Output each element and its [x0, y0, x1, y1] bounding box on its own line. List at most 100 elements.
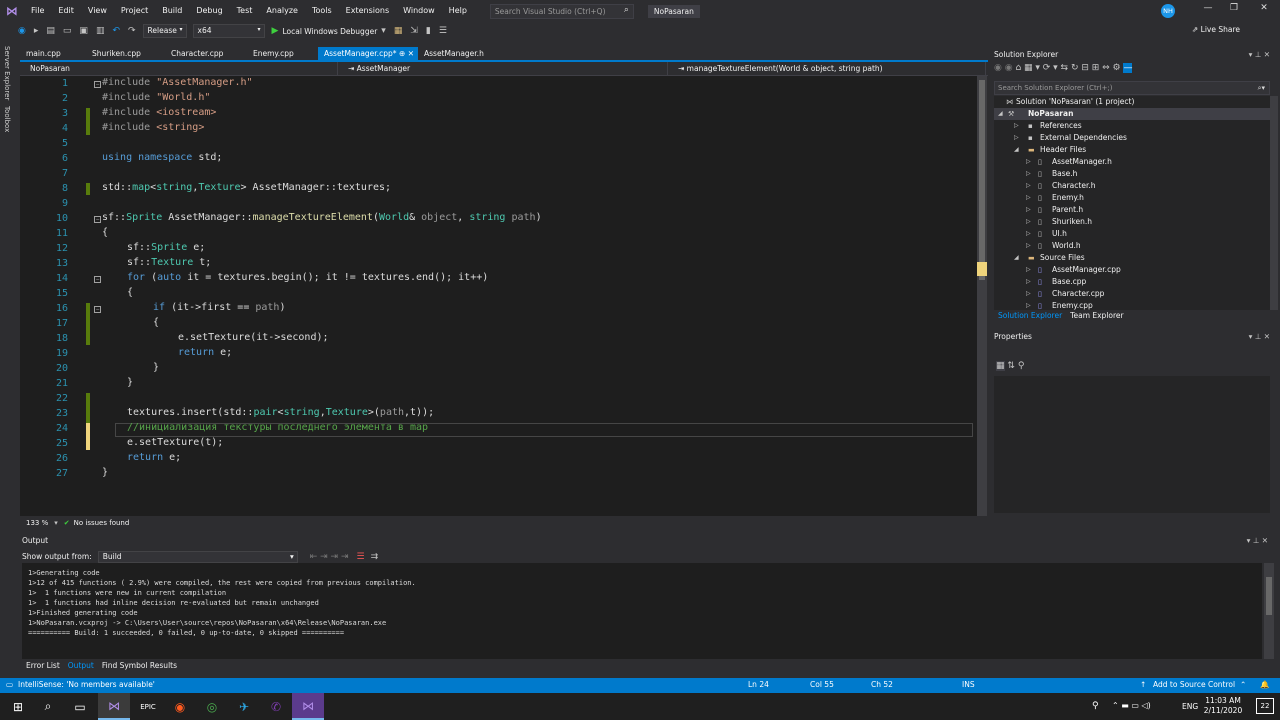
tab-shuriken-cpp[interactable]: Shuriken.cpp [86, 47, 165, 61]
tree-item-file[interactable]: ▷ ▯ Enemy.cpp [994, 300, 1270, 310]
menu-file[interactable]: File [24, 0, 51, 22]
start-debugging-button[interactable]: Local Windows Debugger [282, 27, 377, 36]
pin-icon[interactable]: ▾ ⊥ ✕ [1247, 536, 1268, 545]
expand-icon[interactable]: ◢ [998, 108, 1003, 120]
menu-analyze[interactable]: Analyze [259, 0, 305, 22]
forward-icon[interactable]: ▸ [30, 26, 43, 36]
menu-debug[interactable]: Debug [189, 0, 229, 22]
tree-item-external-dependencies[interactable]: ▷ ▪ External Dependencies [994, 132, 1270, 144]
tab-output[interactable]: Output [64, 661, 98, 673]
tree-item-source-files[interactable]: ◢ ▬ Source Files [994, 252, 1270, 264]
epic-games-icon[interactable]: EPIC [132, 693, 164, 720]
tab-error-list[interactable]: Error List [22, 661, 64, 673]
insert-mode-indicator[interactable]: INS [962, 680, 975, 689]
windows-start-icon[interactable]: ⊞ [2, 693, 34, 720]
tab-assetmanager-cpp[interactable]: AssetManager.cpp* ⊕ ✕ [318, 47, 418, 61]
tray-icons[interactable]: ⌃ ▬ ▭ ◁) [1112, 701, 1151, 710]
collapse-icon[interactable]: − [94, 81, 101, 88]
menu-extensions[interactable]: Extensions [339, 0, 396, 22]
column-indicator[interactable]: Col 55 [810, 680, 834, 689]
add-to-source-control-button[interactable]: Add to Source Control [1153, 680, 1235, 689]
back-icon[interactable]: ◉ ◉ [994, 63, 1015, 73]
comment-icon[interactable]: ☰ [435, 26, 451, 36]
menu-test[interactable]: Test [230, 0, 260, 22]
tab-main-cpp[interactable]: main.cpp [20, 47, 86, 61]
output-source-dropdown[interactable]: Build ▾ [97, 550, 298, 563]
tab-solution-explorer[interactable]: Solution Explorer [994, 311, 1066, 323]
back-icon[interactable]: ◉ [14, 26, 30, 36]
tree-item-file[interactable]: ▷ ▯ Base.h [994, 168, 1270, 180]
origin-icon[interactable]: ◉ [164, 693, 196, 720]
search-icon[interactable]: ⌕ [32, 693, 64, 720]
menu-help[interactable]: Help [442, 0, 474, 22]
output-scrollbar[interactable] [1264, 563, 1274, 659]
tree-item-file[interactable]: ▷ ▯ Enemy.h [994, 192, 1270, 204]
visual-studio-taskbar-icon[interactable]: ⋈ [98, 693, 130, 720]
collapsed-icon[interactable]: ▷ [1026, 156, 1031, 168]
tree-scrollbar[interactable] [1270, 96, 1278, 310]
collapsed-icon[interactable]: ▷ [1026, 216, 1031, 228]
output-nav-icons[interactable]: ⇤ ⇥ ⇥ ⇥ [310, 552, 349, 562]
char-indicator[interactable]: Ch 52 [871, 680, 893, 689]
collapsed-icon[interactable]: ▷ [1026, 168, 1031, 180]
menu-build[interactable]: Build [155, 0, 189, 22]
system-clock[interactable]: 11:03 AM 2/11/2020 [1200, 696, 1246, 716]
telegram-icon[interactable]: ✈ [228, 693, 260, 720]
tree-item-file[interactable]: ▷ ▯ Shuriken.h [994, 216, 1270, 228]
categorized-icon[interactable]: ▦ [996, 361, 1005, 371]
vs-icon[interactable]: ▦ ▾ [1021, 63, 1043, 73]
tree-item-file[interactable]: ▷ ▯ Base.cpp [994, 276, 1270, 288]
task-view-icon[interactable]: ▭ [64, 693, 96, 720]
pin-icon[interactable]: ▾ ⊥ ✕ [1249, 50, 1270, 59]
project-scope-dropdown[interactable]: NoPasaran [20, 62, 338, 75]
collapsed-icon[interactable]: ▷ [1014, 120, 1019, 132]
save-all-icon[interactable]: ▥ [92, 26, 109, 36]
tab-character-cpp[interactable]: Character.cpp [165, 47, 247, 61]
menu-tools[interactable]: Tools [305, 0, 339, 22]
tree-item-file[interactable]: ▷ ▯ Character.cpp [994, 288, 1270, 300]
notification-count[interactable]: 22 [1256, 698, 1274, 714]
word-wrap-icon[interactable]: ⇉ [371, 552, 379, 562]
collapse-icon[interactable]: − [94, 216, 101, 223]
collapsed-icon[interactable]: ▷ [1026, 180, 1031, 192]
tab-enemy-cpp[interactable]: Enemy.cpp [247, 47, 318, 61]
close-icon[interactable]: ⊕ ✕ [399, 48, 414, 60]
tree-item-file[interactable]: ▷ ▯ UI.h [994, 228, 1270, 240]
tree-item-file[interactable]: ▷ ▯ Character.h [994, 180, 1270, 192]
input-language[interactable]: ENG [1182, 702, 1198, 711]
zoom-level[interactable]: 133 % [20, 519, 54, 527]
start-debugging-icon[interactable]: ▶ [268, 26, 283, 36]
alphabetical-icon[interactable]: ⇅ [1007, 361, 1015, 371]
collapsed-icon[interactable]: ▷ [1026, 264, 1031, 276]
search-input[interactable]: Search Visual Studio (Ctrl+Q) ⌕ [489, 3, 634, 19]
collapsed-icon[interactable]: ▷ [1026, 192, 1031, 204]
chevron-down-icon[interactable]: ▾ [54, 519, 64, 527]
tree-item-project[interactable]: ◢ ⚒ NoPasaran [994, 108, 1270, 120]
property-pages-icon[interactable]: ⚲ [1018, 361, 1025, 371]
platform-dropdown[interactable]: x64 ▾ [192, 24, 265, 38]
avatar[interactable]: NH [1161, 4, 1175, 18]
collapse-icon[interactable]: − [94, 276, 101, 283]
undo-icon[interactable]: ↶ [108, 26, 124, 36]
configuration-dropdown[interactable]: Release ▾ [142, 24, 187, 38]
collapsed-icon[interactable]: ▷ [1026, 228, 1031, 240]
tab-team-explorer[interactable]: Team Explorer [1066, 311, 1127, 323]
server-explorer-tab[interactable]: Server Explorer [3, 46, 11, 100]
member-dropdown[interactable]: ⇥ manageTextureElement(World & object, s… [668, 62, 986, 75]
minimize-icon[interactable]: — [1200, 3, 1216, 13]
clear-all-icon[interactable]: ☰ [356, 552, 364, 562]
solution-search-input[interactable]: Search Solution Explorer (Ctrl+;) ⌕▾ [994, 81, 1270, 95]
live-share-button[interactable]: ⇗ Live Share [1192, 25, 1240, 34]
new-project-icon[interactable]: ▤ [42, 26, 59, 36]
preview-icon[interactable]: — [1123, 63, 1133, 73]
menu-edit[interactable]: Edit [51, 0, 81, 22]
chevron-down-icon[interactable]: ▾ [377, 26, 390, 36]
maximize-icon[interactable]: ❐ [1226, 3, 1242, 13]
open-folder-icon[interactable]: ▭ [59, 26, 76, 36]
collapsed-icon[interactable]: ▷ [1026, 240, 1031, 252]
step-icon[interactable]: ⇲ [406, 26, 422, 36]
viber-icon[interactable]: ✆ [260, 693, 292, 720]
collapsed-icon[interactable]: ▷ [1026, 300, 1031, 310]
people-icon[interactable]: ⚲ [1092, 701, 1099, 711]
bookmark-icon[interactable]: ▮ [422, 26, 435, 36]
